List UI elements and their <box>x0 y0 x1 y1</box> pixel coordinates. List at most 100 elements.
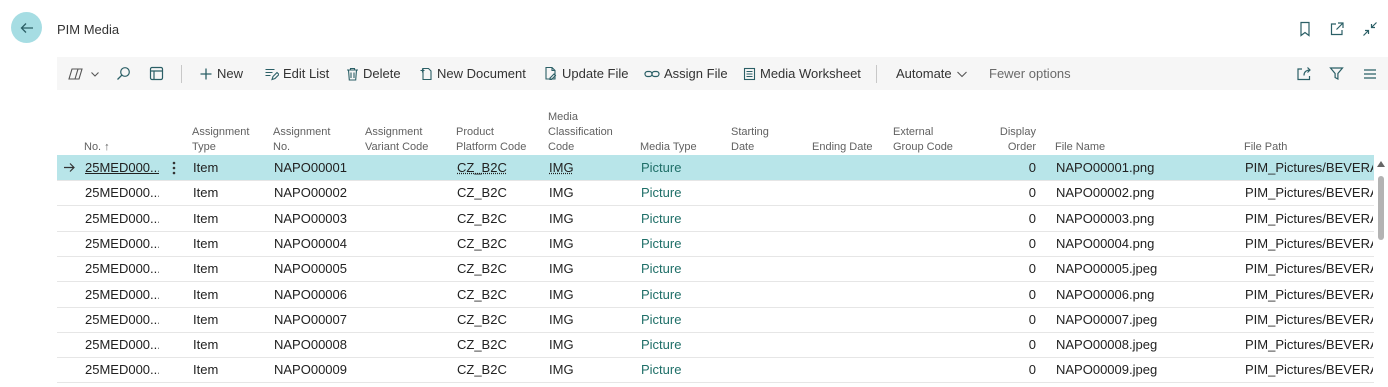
separator <box>181 65 182 83</box>
cell-assignment-no: NAPO00005 <box>274 261 347 277</box>
fewer-options-button[interactable]: Fewer options <box>989 57 1071 90</box>
cell-no[interactable]: 25MED000... <box>85 256 159 281</box>
cell-display-order: 0 <box>1028 337 1036 353</box>
worksheet-icon <box>743 67 756 80</box>
data-grid: No. ↑ Assignment Type Assignment No. Ass… <box>57 90 1388 387</box>
cell-no[interactable]: 25MED000... <box>85 231 159 256</box>
cell-platform: CZ_B2C <box>457 235 507 251</box>
cell-assignment-type: Item <box>193 261 219 277</box>
media-worksheet-button[interactable]: Media Worksheet <box>743 57 861 90</box>
column-header-assignment-no[interactable]: Assignment No. <box>273 125 330 155</box>
analysis-mode-button[interactable] <box>149 57 164 90</box>
new-button[interactable]: New <box>199 57 243 90</box>
cell-media-type[interactable]: Picture <box>641 357 721 382</box>
column-header-external-group-code[interactable]: External Group Code <box>893 125 953 155</box>
row-menu-icon[interactable] <box>167 155 181 180</box>
trash-icon <box>347 67 358 81</box>
back-button[interactable] <box>11 12 42 43</box>
cell-media-type[interactable]: Picture <box>641 155 721 180</box>
cell-media-type[interactable]: Picture <box>641 206 721 231</box>
new-document-icon <box>420 67 432 80</box>
column-header-media-type[interactable]: Media Type <box>640 140 697 155</box>
new-label: New <box>217 66 244 81</box>
filter-button[interactable] <box>1329 57 1344 90</box>
cell-file-path: PIM_Pictures/BEVERAG <box>1245 311 1373 327</box>
assign-file-label: Assign File <box>664 66 728 81</box>
cell-no[interactable]: 25MED000... <box>85 357 159 382</box>
list-view-button[interactable] <box>1363 57 1377 90</box>
column-headers: No. ↑ Assignment Type Assignment No. Ass… <box>57 90 1388 155</box>
cell-classification: IMG <box>549 185 574 201</box>
vertical-scrollbar[interactable] <box>1374 156 1388 387</box>
table-row[interactable]: 25MED000... Item NAPO00005 CZ_B2C IMG Picture… <box>57 256 1374 283</box>
cell-file-path: PIM_Pictures/BEVERAG <box>1245 337 1373 353</box>
cell-platform: CZ_B2C <box>457 362 507 378</box>
open-new-window-button[interactable] <box>1328 20 1346 38</box>
assign-file-button[interactable]: Assign File <box>644 57 728 90</box>
cell-no[interactable]: 25MED000... <box>85 332 159 357</box>
column-header-file-path[interactable]: File Path <box>1244 140 1287 155</box>
cell-no[interactable]: 25MED000... <box>85 282 159 307</box>
cell-assignment-no: NAPO00002 <box>274 185 347 201</box>
bookmark-button[interactable] <box>1296 20 1314 38</box>
new-document-button[interactable]: New Document <box>419 57 526 90</box>
column-header-display-order[interactable]: Display Order <box>987 125 1036 155</box>
collapse-button[interactable] <box>1361 20 1379 38</box>
cell-platform: CZ_B2C <box>457 261 507 277</box>
table-row[interactable]: 25MED000... Item NAPO00001 CZ_B2C IMG Picture… <box>57 155 1374 181</box>
cell-media-type[interactable]: Picture <box>641 180 721 205</box>
cell-file-name: NAPO00001.png <box>1056 160 1155 175</box>
scroll-up-icon[interactable] <box>1376 160 1386 168</box>
edit-list-button[interactable]: Edit List <box>264 57 329 90</box>
table-row[interactable]: 25MED000... Item NAPO00007 CZ_B2C IMG Picture… <box>57 307 1374 333</box>
table-row[interactable]: 25MED000... Item NAPO00002 CZ_B2C IMG Picture… <box>57 180 1374 207</box>
cell-classification: IMG <box>549 286 574 302</box>
cell-no[interactable]: 25MED000... <box>85 155 159 180</box>
column-header-assignment-variant-code[interactable]: Assignment Variant Code <box>365 125 428 155</box>
column-header-ending-date[interactable]: Ending Date <box>812 140 873 155</box>
column-header-media-classification-code[interactable]: Media Classification Code <box>548 110 613 155</box>
title-bar: PIM Media <box>0 0 1388 57</box>
search-icon <box>117 67 130 80</box>
cell-file-path: PIM_Pictures/BEVERAG <box>1245 185 1373 201</box>
table-row[interactable]: 25MED000... Item NAPO00004 CZ_B2C IMG Picture… <box>57 231 1374 257</box>
bookmark-icon <box>1300 21 1310 37</box>
column-header-starting-date[interactable]: Starting Date <box>731 125 769 155</box>
cell-media-type[interactable]: Picture <box>641 231 721 256</box>
automate-menu[interactable]: Automate <box>896 57 968 90</box>
column-header-product-platform-code[interactable]: Product Platform Code <box>456 125 526 155</box>
table-row[interactable]: 25MED000... Item NAPO00008 CZ_B2C IMG Picture… <box>57 332 1374 359</box>
scroll-thumb[interactable] <box>1378 176 1384 240</box>
cell-no[interactable]: 25MED000... <box>85 307 159 332</box>
cell-platform: CZ_B2C <box>457 160 507 175</box>
column-header-file-name[interactable]: File Name <box>1055 140 1105 155</box>
table-row[interactable]: 25MED000... Item NAPO00009 CZ_B2C IMG Picture… <box>57 357 1374 384</box>
cell-display-order: 0 <box>1028 210 1036 226</box>
cell-media-type[interactable]: Picture <box>641 282 721 307</box>
cell-file-name: NAPO00009.jpeg <box>1056 362 1158 378</box>
cell-media-type[interactable]: Picture <box>641 332 721 357</box>
cell-file-path: PIM_Pictures/BEVERAG <box>1245 362 1373 378</box>
edit-list-label: Edit List <box>283 66 330 81</box>
cell-no[interactable]: 25MED000... <box>85 180 159 205</box>
copilot-button[interactable] <box>68 57 100 90</box>
column-header-assignment-type[interactable]: Assignment Type <box>192 125 249 155</box>
plus-icon <box>200 68 212 79</box>
cell-assignment-type: Item <box>193 337 219 353</box>
search-button[interactable] <box>116 57 131 90</box>
delete-button[interactable]: Delete <box>346 57 401 90</box>
table-row[interactable]: 25MED000... Item NAPO00003 CZ_B2C IMG Picture… <box>57 206 1374 232</box>
cell-classification: IMG <box>549 261 574 277</box>
share-button[interactable] <box>1296 57 1312 90</box>
analysis-icon <box>149 66 164 81</box>
cell-media-type[interactable]: Picture <box>641 256 721 281</box>
cell-platform: CZ_B2C <box>457 210 507 226</box>
update-file-button[interactable]: Update File <box>544 57 628 90</box>
cell-media-type[interactable]: Picture <box>641 307 721 332</box>
cell-assignment-no: NAPO00009 <box>274 362 347 378</box>
column-header-no[interactable]: No. ↑ <box>84 140 110 155</box>
cell-no[interactable]: 25MED000... <box>85 206 159 231</box>
chevron-down-icon <box>91 71 99 77</box>
cell-assignment-no: NAPO00007 <box>274 311 347 327</box>
table-row[interactable]: 25MED000... Item NAPO00006 CZ_B2C IMG Picture… <box>57 282 1374 308</box>
